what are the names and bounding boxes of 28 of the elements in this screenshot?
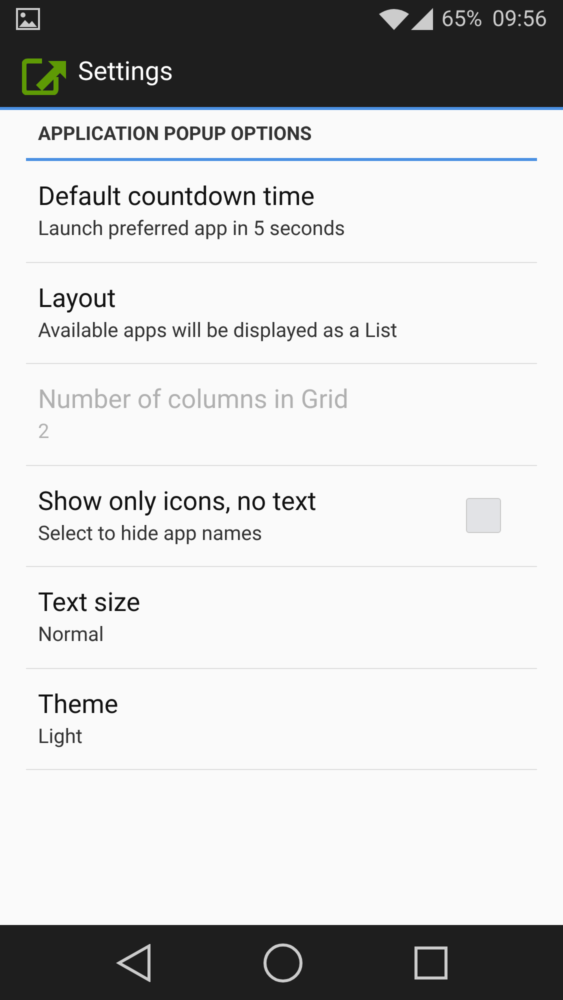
preference-item[interactable]: Theme Light <box>26 668 537 770</box>
battery-percent: 65% <box>441 6 482 34</box>
preference-summary: Light <box>38 722 84 750</box>
wifi-icon <box>379 8 410 30</box>
preference-summary: Launch preferred app in 5 seconds <box>38 215 346 242</box>
preference-summary: Available apps will be displayed as a List <box>38 316 398 344</box>
back-icon[interactable] <box>116 944 152 982</box>
preference-title: Show only icons, no text <box>38 486 318 519</box>
preference-summary: Normal <box>38 621 105 648</box>
recents-icon[interactable] <box>414 946 448 980</box>
clock: 09:56 <box>492 6 547 34</box>
preference-title: Layout <box>38 282 117 316</box>
preference-item[interactable]: Layout Available apps will be displayed as a List <box>26 262 537 364</box>
image-icon <box>16 8 40 30</box>
preference-title: Default countdown time <box>38 181 316 214</box>
preference-item[interactable]: Text size Normal <box>26 567 537 668</box>
preference-item[interactable]: Default countdown time Launch preferred app in 5 seconds <box>26 161 537 262</box>
preference-summary: 2 <box>38 418 50 446</box>
checkbox[interactable] <box>466 498 501 534</box>
signal-icon <box>411 8 434 30</box>
preference-item[interactable]: Show only icons, no text Select to hide app names <box>26 466 537 567</box>
preference-title: Text size <box>38 587 142 620</box>
preference-summary: Select to hide app names <box>38 520 264 547</box>
app-title: Settings <box>78 56 173 89</box>
home-icon[interactable] <box>262 942 302 982</box>
section-title: APPLICATION POPUP OPTIONS <box>38 120 312 147</box>
preference-title: Number of columns in Grid <box>38 384 350 418</box>
preference-title: Theme <box>38 688 120 722</box>
